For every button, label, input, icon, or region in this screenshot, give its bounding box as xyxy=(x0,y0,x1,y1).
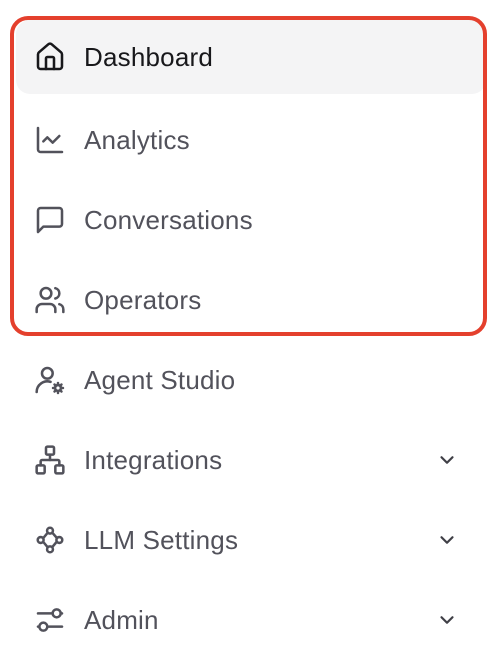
sidebar-item-label: Analytics xyxy=(84,124,190,155)
sidebar-item-label: Agent Studio xyxy=(84,364,236,395)
sidebar-item-conversations[interactable]: Conversations xyxy=(16,180,486,260)
sidebar-item-dashboard[interactable]: Dashboard xyxy=(16,20,486,94)
sidebar-item-agent-studio[interactable]: Agent Studio xyxy=(16,340,486,420)
sidebar-item-label: Integrations xyxy=(84,444,223,475)
sidebar-item-integrations[interactable]: Integrations xyxy=(16,420,486,500)
chevron-down-icon[interactable] xyxy=(436,529,458,551)
chart-line-icon xyxy=(34,124,66,156)
sidebar-item-llm-settings[interactable]: LLM Settings xyxy=(16,500,486,580)
workflow-icon xyxy=(34,524,66,556)
home-icon xyxy=(34,41,66,73)
message-square-icon xyxy=(34,204,66,236)
sidebar-item-label: Operators xyxy=(84,284,202,315)
sidebar-nav: Dashboard Analytics Conversations Operat… xyxy=(16,20,486,660)
users-icon xyxy=(34,284,66,316)
sidebar-item-label: LLM Settings xyxy=(84,524,239,555)
sidebar-item-admin[interactable]: Admin xyxy=(16,580,486,660)
sidebar-item-analytics[interactable]: Analytics xyxy=(16,100,486,180)
sidebar-item-label: Conversations xyxy=(84,204,253,235)
sidebar-item-label: Dashboard xyxy=(84,41,213,72)
sidebar-item-operators[interactable]: Operators xyxy=(16,260,486,340)
chevron-down-icon[interactable] xyxy=(436,609,458,631)
chevron-down-icon[interactable] xyxy=(436,449,458,471)
sliders-icon xyxy=(34,604,66,636)
user-cog-icon xyxy=(34,364,66,396)
sidebar-nav-screenshot: Dashboard Analytics Conversations Operat… xyxy=(0,0,500,662)
network-icon xyxy=(34,444,66,476)
sidebar-item-label: Admin xyxy=(84,604,159,635)
